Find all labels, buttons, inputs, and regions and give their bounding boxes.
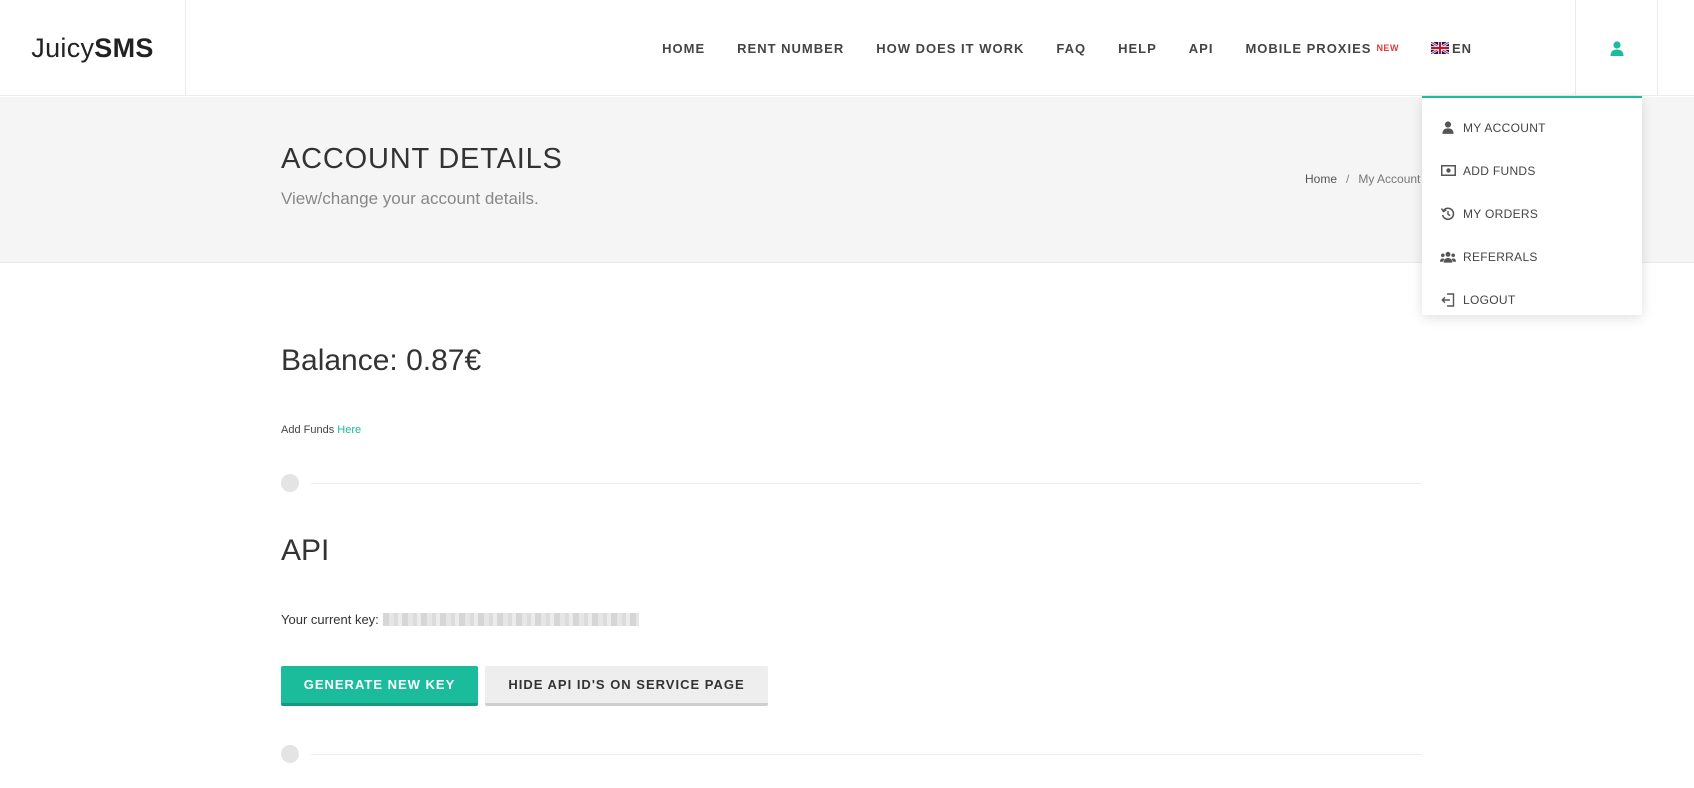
logo-text-light: Juicy	[31, 32, 95, 63]
section-divider	[281, 474, 1421, 492]
history-icon	[1440, 206, 1456, 222]
nav-how-does-it-work[interactable]: HOW DOES IT WORK	[876, 41, 1024, 56]
logo: JuicySMS	[31, 33, 153, 64]
dropdown-item-label: MY ORDERS	[1463, 206, 1539, 221]
api-key-value-blurred	[382, 613, 639, 626]
logout-icon	[1440, 292, 1456, 308]
dropdown-item-my-orders[interactable]: MY ORDERS	[1422, 192, 1642, 235]
api-key-label: Your current key:	[281, 612, 379, 627]
balance-heading: Balance: 0.87€	[281, 344, 482, 377]
user-icon	[1440, 120, 1456, 136]
main-nav: HOME RENT NUMBER HOW DOES IT WORK FAQ HE…	[630, 0, 1472, 96]
dropdown-item-logout[interactable]: LOGOUT	[1422, 278, 1642, 321]
top-header: JuicySMS HOME RENT NUMBER HOW DOES IT WO…	[0, 0, 1694, 96]
divider-dot	[281, 745, 299, 763]
api-heading: API	[281, 534, 330, 567]
add-funds-line: Add Funds Here	[281, 424, 361, 436]
section-divider	[281, 745, 1421, 763]
breadcrumb-current: My Account	[1358, 172, 1421, 186]
language-selector[interactable]: EN	[1430, 40, 1472, 56]
breadcrumb-home[interactable]: Home	[1305, 172, 1337, 186]
new-badge: NEW	[1376, 43, 1399, 53]
dropdown-item-label: MY ACCOUNT	[1463, 120, 1546, 135]
dropdown-item-label: ADD FUNDS	[1463, 163, 1536, 178]
uk-flag-icon	[1430, 42, 1449, 54]
nav-rent-number[interactable]: RENT NUMBER	[737, 41, 844, 56]
users-icon	[1440, 249, 1456, 265]
dropdown-item-referrals[interactable]: REFERRALS	[1422, 235, 1642, 278]
nav-home[interactable]: HOME	[662, 41, 705, 56]
api-key-line: Your current key:	[281, 612, 639, 627]
generate-new-key-button[interactable]: GENERATE NEW KEY	[281, 666, 478, 706]
nav-help[interactable]: HELP	[1118, 41, 1157, 56]
dropdown-item-my-account[interactable]: MY ACCOUNT	[1422, 106, 1642, 149]
divider-dot	[281, 474, 299, 492]
add-funds-prefix: Add Funds	[281, 424, 335, 436]
breadcrumb-separator: /	[1346, 172, 1350, 186]
dropdown-item-label: REFERRALS	[1463, 249, 1538, 264]
hide-api-ids-button[interactable]: HIDE API ID'S ON SERVICE PAGE	[485, 666, 768, 706]
dropdown-item-add-funds[interactable]: ADD FUNDS	[1422, 149, 1642, 192]
nav-faq[interactable]: FAQ	[1056, 41, 1086, 56]
language-label: EN	[1451, 40, 1472, 56]
money-icon	[1440, 163, 1456, 179]
divider-line	[311, 483, 1421, 484]
page-title: ACCOUNT DETAILS	[281, 143, 563, 175]
user-menu-toggle[interactable]	[1575, 0, 1658, 96]
logo-text-bold: SMS	[94, 32, 154, 63]
page-subtitle: View/change your account details.	[281, 189, 539, 208]
add-funds-link[interactable]: Here	[337, 424, 361, 436]
account-dropdown-menu: MY ACCOUNT ADD FUNDS MY ORDERS REFERRALS…	[1422, 96, 1642, 315]
user-icon	[1610, 40, 1623, 56]
divider-line	[311, 754, 1421, 755]
breadcrumb: Home / My Account	[1305, 172, 1420, 186]
nav-mobile-proxies[interactable]: MOBILE PROXIES NEW	[1245, 41, 1398, 56]
dropdown-item-label: LOGOUT	[1463, 292, 1516, 307]
nav-api[interactable]: API	[1189, 41, 1214, 56]
nav-mobile-proxies-label: MOBILE PROXIES	[1245, 40, 1372, 56]
logo-link[interactable]: JuicySMS	[0, 0, 186, 96]
